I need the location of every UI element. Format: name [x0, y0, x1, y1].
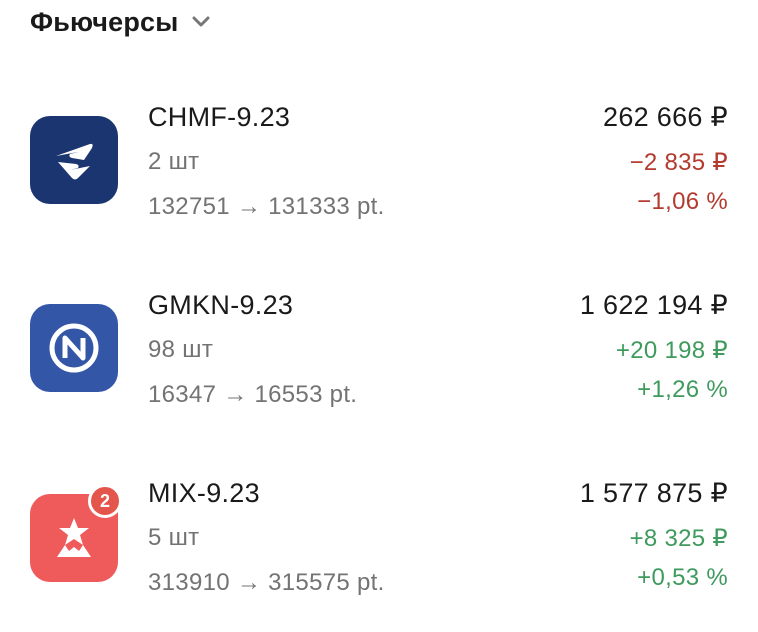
position-value: 262 666 ₽	[603, 102, 728, 132]
position-quantity: 98 шт	[148, 336, 214, 363]
section-title: Фьючерсы	[30, 6, 179, 37]
position-change-percent: +1,26 %	[637, 376, 728, 403]
position-row-gmkn[interactable]: GMKN-9.23 98 шт 16347 → 16553 pt. 1 622 …	[0, 278, 758, 418]
notification-badge: 2	[88, 484, 122, 518]
price-range: 313910 → 315575 pt.	[148, 569, 385, 596]
price-range: 16347 → 16553 pt.	[148, 381, 358, 408]
instrument-name: GMKN-9.23	[148, 290, 294, 320]
severstal-logo-icon	[30, 116, 118, 204]
position-row-chmf[interactable]: CHMF-9.23 2 шт 132751 → 131333 pt. 262 6…	[0, 90, 758, 230]
position-change-percent: −1,06 %	[637, 188, 728, 215]
position-quantity: 5 шт	[148, 524, 200, 551]
chevron-down-icon[interactable]	[191, 12, 211, 32]
price-range: 132751 → 131333 pt.	[148, 193, 385, 220]
position-change: −2 835 ₽	[629, 149, 728, 176]
position-change-percent: +0,53 %	[637, 564, 728, 591]
position-row-mix[interactable]: 2 MIX-9.23 5 шт 313910 → 315575 pt. 1 57…	[0, 466, 758, 606]
nornickel-logo-icon	[30, 304, 118, 392]
position-quantity: 2 шт	[148, 148, 200, 175]
instrument-name: CHMF-9.23	[148, 102, 291, 132]
position-value: 1 622 194 ₽	[579, 290, 728, 320]
instrument-name: MIX-9.23	[148, 478, 260, 508]
futures-section-header[interactable]: Фьючерсы	[30, 4, 211, 40]
position-value: 1 577 875 ₽	[579, 478, 728, 508]
position-change: +20 198 ₽	[615, 337, 728, 364]
position-change: +8 325 ₽	[629, 525, 728, 552]
